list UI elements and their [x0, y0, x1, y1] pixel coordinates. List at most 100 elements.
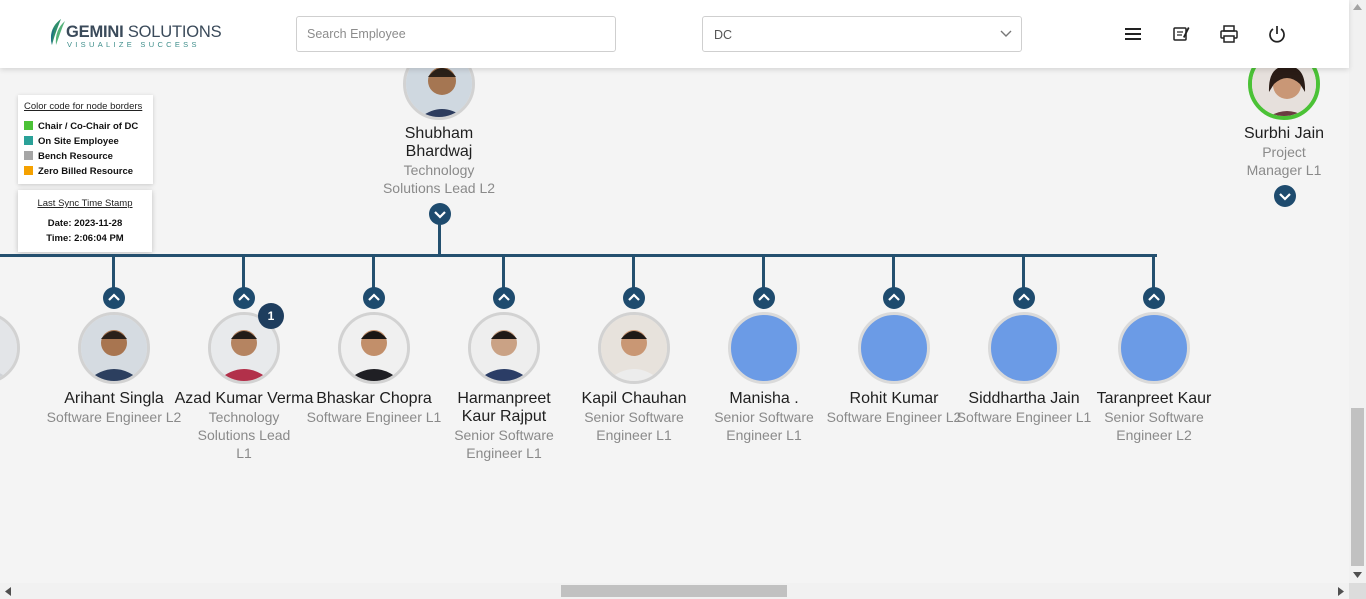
employee-node: Azad Kumar Verma Technology Solutions Lea…	[174, 390, 314, 462]
chevron-down-icon	[1279, 193, 1291, 201]
legend-item-zero-billed: Zero Billed Resource	[24, 166, 133, 178]
manager-connector	[438, 224, 441, 256]
report-connector	[242, 254, 245, 290]
side-manager-name: Surbhi Jain	[1243, 125, 1325, 142]
employee-role: Software Engineer L2	[826, 409, 962, 425]
notes-icon[interactable]	[1171, 24, 1191, 44]
employee-node: Bhaskar Chopra Software Engineer L1	[304, 390, 444, 426]
search-employee-input[interactable]	[296, 16, 616, 52]
power-icon[interactable]	[1267, 24, 1287, 44]
employee-name: Azad Kumar Verma	[174, 390, 314, 407]
sync-title: Last Sync Time Stamp	[37, 198, 133, 209]
expand-side-manager-button[interactable]	[1274, 185, 1296, 207]
expand-report-button[interactable]	[233, 287, 255, 309]
dc-select[interactable]: DC	[702, 16, 1022, 52]
report-connector	[892, 254, 895, 290]
employee-avatar[interactable]	[598, 312, 670, 384]
scroll-left-icon[interactable]	[5, 587, 11, 596]
legend-item-onsite: On Site Employee	[24, 136, 119, 148]
employee-name: Taranpreet Kaur	[1096, 390, 1212, 407]
vertical-scrollbar[interactable]	[1349, 0, 1366, 583]
chevron-up-icon	[888, 293, 900, 301]
employee-node: Kapil Chauhan Senior Software Engineer L1	[564, 390, 704, 444]
employee-name: Manisha .	[729, 390, 799, 407]
employee-node: Harmanpreet Kaur Rajput Senior Software E…	[434, 390, 574, 462]
employee-node: Rohit Kumar Software Engineer L2	[824, 390, 964, 426]
report-connector	[1022, 254, 1025, 290]
report-count-badge[interactable]: 1	[258, 303, 284, 329]
employee-avatar[interactable]	[338, 312, 410, 384]
vertical-scroll-thumb[interactable]	[1351, 408, 1364, 566]
employee-node: Siddhartha Jain Software Engineer L1	[954, 390, 1094, 426]
dc-select-value: DC	[714, 28, 733, 42]
sync-date: Date: 2023-11-28	[47, 218, 123, 229]
side-manager-node: Surbhi Jain Project Manager L1	[1214, 125, 1354, 179]
legend-item-chair: Chair / Co-Chair of DC	[24, 121, 138, 133]
expand-report-button[interactable]	[363, 287, 385, 309]
node-color-legend: Color code for node borders Chair / Co-C…	[18, 95, 153, 184]
employee-name: Harmanpreet Kaur Rajput	[457, 390, 551, 425]
employee-role: Technology Solutions Lead L1	[197, 409, 291, 461]
chevron-up-icon	[498, 293, 510, 301]
manager-name: Shubham Bhardwaj	[404, 125, 474, 160]
print-icon[interactable]	[1219, 24, 1239, 44]
menu-icon[interactable]	[1123, 24, 1143, 44]
employee-name: Arihant Singla	[64, 390, 164, 407]
chevron-up-icon	[108, 293, 120, 301]
report-connector	[762, 254, 765, 290]
scroll-right-icon[interactable]	[1338, 587, 1344, 596]
top-header: GEMINI SOLUTIONS VISUALIZE SUCCESS DC	[0, 0, 1349, 68]
manager-node: Shubham Bhardwaj Technology Solutions Le…	[369, 125, 509, 197]
chevron-up-icon	[1018, 293, 1030, 301]
chevron-down-icon	[434, 211, 446, 219]
employee-node: Arihant Singla Software Engineer L2	[44, 390, 184, 426]
collapse-manager-button[interactable]	[429, 203, 451, 225]
manager-role: Technology Solutions Lead L2	[382, 162, 496, 196]
scroll-up-icon[interactable]	[1353, 4, 1362, 10]
chevron-up-icon	[628, 293, 640, 301]
sync-time: Time: 2:06:04 PM	[46, 233, 124, 244]
chevron-up-icon	[758, 293, 770, 301]
employee-avatar[interactable]	[0, 312, 20, 384]
expand-report-button[interactable]	[493, 287, 515, 309]
report-connector	[1152, 254, 1155, 290]
report-connector	[502, 254, 505, 290]
expand-report-button[interactable]	[1143, 287, 1165, 309]
scroll-down-icon[interactable]	[1353, 572, 1362, 578]
expand-report-button[interactable]	[103, 287, 125, 309]
employee-name: Rohit Kumar	[849, 390, 939, 407]
employee-role: Senior Software Engineer L2	[1104, 409, 1204, 443]
horizontal-scrollbar[interactable]	[0, 583, 1349, 599]
sync-timestamp-card: Last Sync Time Stamp Date: 2023-11-28 Ti…	[18, 190, 152, 252]
expand-report-button[interactable]	[1013, 287, 1035, 309]
chevron-up-icon	[238, 293, 250, 301]
chevron-up-icon	[368, 293, 380, 301]
employee-avatar[interactable]	[858, 312, 930, 384]
report-connector	[112, 254, 115, 290]
expand-report-button[interactable]	[753, 287, 775, 309]
employee-avatar[interactable]	[78, 312, 150, 384]
expand-report-button[interactable]	[623, 287, 645, 309]
side-manager-role: Project Manager L1	[1246, 144, 1322, 178]
employee-name: Bhaskar Chopra	[316, 390, 432, 407]
chevron-up-icon	[1148, 293, 1160, 301]
employee-node: Taranpreet Kaur Senior Software Engineer …	[1084, 390, 1224, 444]
logo-tagline: VISUALIZE SUCCESS	[67, 40, 200, 49]
employee-avatar[interactable]	[728, 312, 800, 384]
employee-role: Senior Software Engineer L1	[454, 427, 554, 461]
employee-role: Software Engineer L2	[46, 409, 182, 425]
legend-item-bench: Bench Resource	[24, 151, 113, 163]
reports-connector	[0, 254, 1157, 257]
chevron-down-icon	[1000, 30, 1012, 37]
employee-avatar[interactable]	[988, 312, 1060, 384]
report-connector	[632, 254, 635, 290]
report-connector	[372, 254, 375, 290]
expand-report-button[interactable]	[883, 287, 905, 309]
employee-name: Siddhartha Jain	[968, 390, 1080, 407]
employee-role: Software Engineer L1	[956, 409, 1092, 425]
employee-avatar[interactable]	[1118, 312, 1190, 384]
horizontal-scroll-thumb[interactable]	[561, 585, 787, 597]
employee-role: Senior Software Engineer L1	[584, 409, 684, 443]
company-logo[interactable]: GEMINI SOLUTIONS VISUALIZE SUCCESS	[47, 17, 222, 51]
employee-avatar[interactable]	[468, 312, 540, 384]
